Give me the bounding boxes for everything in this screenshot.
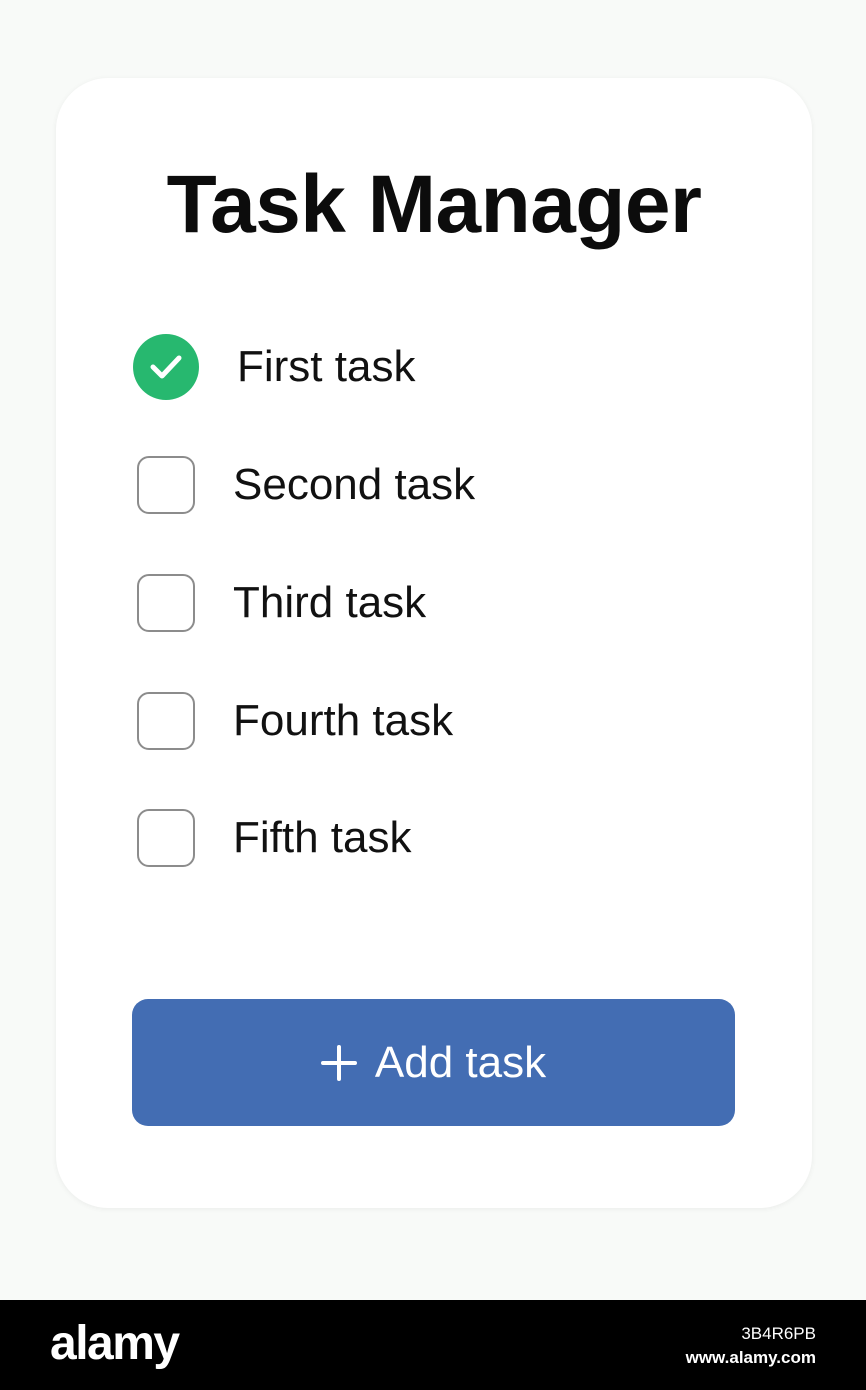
task-item-1[interactable]: First task [132,332,732,402]
task-checkbox[interactable] [137,809,195,867]
task-label: First task [237,342,416,391]
task-label: Fourth task [233,696,454,745]
add-task-button[interactable]: Add task [132,999,735,1126]
task-item-2[interactable]: Second task [132,450,732,520]
task-item-3[interactable]: Third task [132,568,732,638]
task-label: Fifth task [233,813,412,862]
add-task-label: Add task [374,1037,547,1087]
task-checkbox[interactable] [137,574,195,632]
task-manager-card: Task Manager First task Second task Thir… [56,78,812,1208]
plus-icon [320,1044,357,1081]
task-label: Third task [233,578,427,627]
task-item-5[interactable]: Fifth task [132,803,732,873]
check-icon [150,355,182,379]
watermark-bar: alamy 3B4R6PB www.alamy.com [0,1300,866,1390]
task-checkbox[interactable] [137,456,195,514]
task-checkbox-checked[interactable] [133,334,199,400]
task-item-4[interactable]: Fourth task [132,686,732,756]
watermark-logo: alamy [50,1317,180,1370]
task-label: Second task [233,460,476,509]
watermark-image-id: 3B4R6PB [741,1324,816,1343]
page-title: Task Manager [166,159,702,250]
watermark-url: www.alamy.com [685,1348,816,1367]
task-checkbox[interactable] [137,692,195,750]
